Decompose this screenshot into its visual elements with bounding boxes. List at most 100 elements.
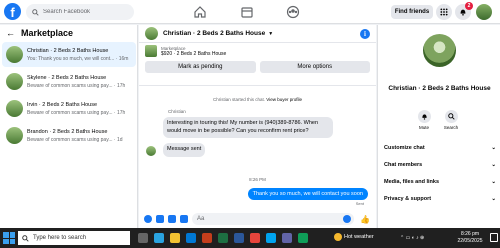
chat-panel: Christian · 2 Beds 2 Baths House ▼ i Mar… [139, 25, 376, 228]
listing-price: $920 · 2 Beds 2 Baths House [161, 50, 227, 57]
avatar [6, 127, 23, 144]
photo-icon[interactable] [156, 215, 164, 223]
gif-icon[interactable] [180, 215, 188, 223]
chat-members-row[interactable]: Chat members ⌄ [384, 162, 496, 168]
conversation-name: Christian · 2 Beds 2 Baths House [27, 47, 109, 54]
conversation-item-skylene[interactable]: Skylene · 2 Beds 2 Baths House Beware of… [2, 69, 136, 94]
row-label: Media, files and links [384, 179, 440, 185]
groups-icon[interactable] [286, 5, 300, 19]
conversation-preview: Beware of common scams using pay... · 1d [27, 136, 123, 143]
avatar [6, 100, 23, 117]
sent-status: Sent [355, 201, 364, 206]
profile-avatar[interactable] [476, 4, 492, 20]
message-input[interactable]: Aa [192, 213, 355, 225]
conversation-preview: Beware of common scams using pay... · 17… [27, 82, 126, 89]
taskbar-search[interactable]: Type here to search [18, 231, 130, 245]
chat-header: Christian · 2 Beds 2 Baths House ▼ i [139, 25, 376, 43]
sidebar-header: ← Marketplace [0, 25, 137, 41]
weather-text[interactable]: Hot weather [344, 234, 374, 240]
store-icon[interactable] [186, 233, 196, 243]
search-box[interactable] [26, 4, 134, 20]
conversation-name: Irvin · 2 Beds 2 Baths House [27, 101, 98, 108]
mute-button[interactable]: Mute [414, 110, 434, 130]
chevron-down-icon: ⌄ [491, 196, 496, 202]
composer: Aa 👍 [139, 210, 376, 228]
conversation-name: Brandon · 2 Beds 2 Baths House [27, 128, 108, 135]
conversation-name: Skylene · 2 Beds 2 Baths House [27, 74, 107, 81]
search-icon [22, 234, 29, 242]
incoming-message: Message sent [163, 143, 206, 157]
chevron-down-icon: ⌄ [491, 145, 496, 151]
weather-sun-icon [334, 233, 342, 241]
task-view-icon[interactable] [138, 233, 148, 243]
conversation-sidebar: ← Marketplace Christian · 2 Beds 2 Baths… [0, 25, 138, 228]
marketplace-icon[interactable] [240, 5, 254, 19]
media-files-links-row[interactable]: Media, files and links ⌄ [384, 179, 496, 185]
office-icon[interactable] [202, 233, 212, 243]
avatar [423, 34, 456, 67]
chrome-icon[interactable] [250, 233, 260, 243]
excel-icon[interactable] [218, 233, 228, 243]
app-icon[interactable] [298, 233, 308, 243]
outgoing-message: Thank you so much, we will contact you s… [247, 188, 368, 200]
find-friends-button[interactable]: Find friends [391, 5, 433, 19]
conversation-item-brandon[interactable]: Brandon · 2 Beds 2 Baths House Beware of… [2, 123, 136, 148]
system-tray-icons[interactable]: ⌃ ▭ ◐ ♪ ⊕ [400, 235, 424, 241]
avatar [6, 73, 23, 90]
search-label: Search [443, 125, 459, 130]
teams-icon[interactable] [282, 233, 292, 243]
avatar[interactable] [145, 27, 158, 40]
search-chat-button[interactable]: Search [441, 110, 461, 130]
row-label: Customize chat [384, 145, 425, 151]
conversation-preview: You: Thank you so much, we will cont... … [27, 55, 129, 62]
privacy-support-row[interactable]: Privacy & support ⌄ [384, 196, 496, 202]
listing-summary[interactable]: Marketplace $920 · 2 Beds 2 Baths House [139, 43, 376, 59]
notification-badge: 2 [465, 2, 473, 10]
row-label: Chat members [384, 162, 423, 168]
windows-start-icon[interactable] [3, 232, 15, 244]
file-explorer-icon[interactable] [170, 233, 180, 243]
avatar [6, 46, 23, 63]
notification-center-icon[interactable] [490, 233, 498, 242]
grid-menu-icon [440, 8, 448, 16]
clock-time: 8:26 pm [460, 231, 480, 237]
edge-icon[interactable] [154, 233, 164, 243]
avatar [146, 146, 156, 156]
menu-button[interactable] [436, 4, 452, 20]
sender-name: Christian [168, 109, 186, 114]
more-options-button[interactable]: More options [259, 61, 370, 73]
incoming-message: Interesting in touring this! My number i… [163, 117, 333, 138]
mute-label: Mute [418, 125, 429, 130]
conversation-item-christian[interactable]: Christian · 2 Beds 2 Baths House You: Th… [2, 42, 136, 67]
search-input[interactable] [43, 9, 131, 15]
conversation-preview: Beware of common scams using pay... · 17… [27, 109, 126, 116]
row-label: Privacy & support [384, 196, 432, 202]
chat-started-note: Christian started this chat. View buyer … [139, 97, 376, 102]
customize-chat-row[interactable]: Customize chat ⌄ [384, 145, 496, 151]
app-icon[interactable] [266, 233, 276, 243]
taskbar-clock[interactable]: 8:26 pm 22/05/2025 [452, 231, 488, 245]
chevron-down-icon: ⌄ [491, 179, 496, 185]
chevron-down-icon: ⌄ [491, 162, 496, 168]
word-icon[interactable] [234, 233, 244, 243]
clock-date: 22/05/2025 [457, 238, 483, 244]
plus-icon[interactable] [144, 215, 152, 223]
view-buyer-profile-link[interactable]: View buyer profile [266, 97, 302, 102]
listing-thumbnail [145, 45, 157, 57]
info-icon[interactable]: i [360, 29, 370, 39]
thumbs-up-icon[interactable]: 👍 [360, 215, 370, 224]
search-icon [32, 8, 39, 16]
mark-as-pending-button[interactable]: Mark as pending [145, 61, 256, 73]
taskbar-search-placeholder: Type here to search [33, 235, 87, 241]
top-bar: f Find friends 2 [0, 0, 500, 24]
home-icon[interactable] [193, 5, 207, 19]
back-arrow-icon[interactable]: ← [6, 28, 15, 38]
facebook-logo-icon[interactable]: f [4, 3, 21, 20]
bell-icon [421, 114, 427, 120]
chat-info-panel: Christian · 2 Beds 2 Baths House Mute Se… [377, 25, 500, 228]
emoji-icon[interactable] [343, 215, 352, 223]
conversation-item-irvin[interactable]: Irvin · 2 Beds 2 Baths House Beware of c… [2, 96, 136, 121]
chevron-down-icon[interactable]: ▼ [268, 31, 273, 37]
chat-title[interactable]: Christian · 2 Beds 2 Baths House [163, 30, 265, 37]
sticker-icon[interactable] [168, 215, 176, 223]
